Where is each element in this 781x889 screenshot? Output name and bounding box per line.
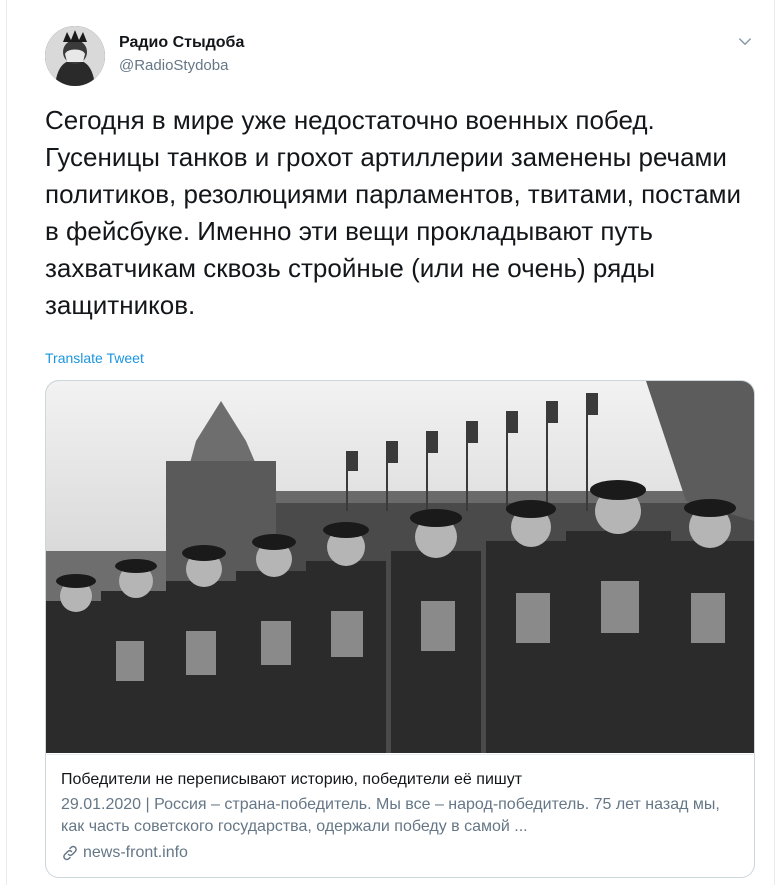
- tweet: Радио Стыдоба @RadioStydoba Сегодня в ми…: [6, 0, 775, 885]
- card-domain-text: news-front.info: [83, 844, 188, 861]
- card-body: Победители не переписывают историю, побе…: [46, 754, 754, 864]
- tweet-text: Сегодня в мире уже недостаточно военных …: [45, 105, 749, 320]
- card-title: Победители не переписывают историю, побе…: [61, 771, 523, 788]
- user-handle[interactable]: @RadioStydoba: [119, 56, 244, 76]
- card-image: [46, 381, 754, 753]
- link-card[interactable]: Победители не переписывают историю, побе…: [45, 380, 755, 878]
- author-block: Радио Стыдоба @RadioStydoba: [119, 33, 244, 76]
- avatar[interactable]: [45, 26, 105, 86]
- display-name[interactable]: Радио Стыдоба: [119, 33, 244, 53]
- card-description: 29.01.2020 | Россия – страна-победитель.…: [61, 796, 720, 835]
- avatar-image: [45, 26, 105, 86]
- chevron-down-icon[interactable]: [736, 33, 754, 51]
- card-domain: news-front.info: [61, 842, 738, 864]
- link-icon: [63, 845, 77, 861]
- translate-tweet-link[interactable]: Translate Tweet: [45, 350, 144, 366]
